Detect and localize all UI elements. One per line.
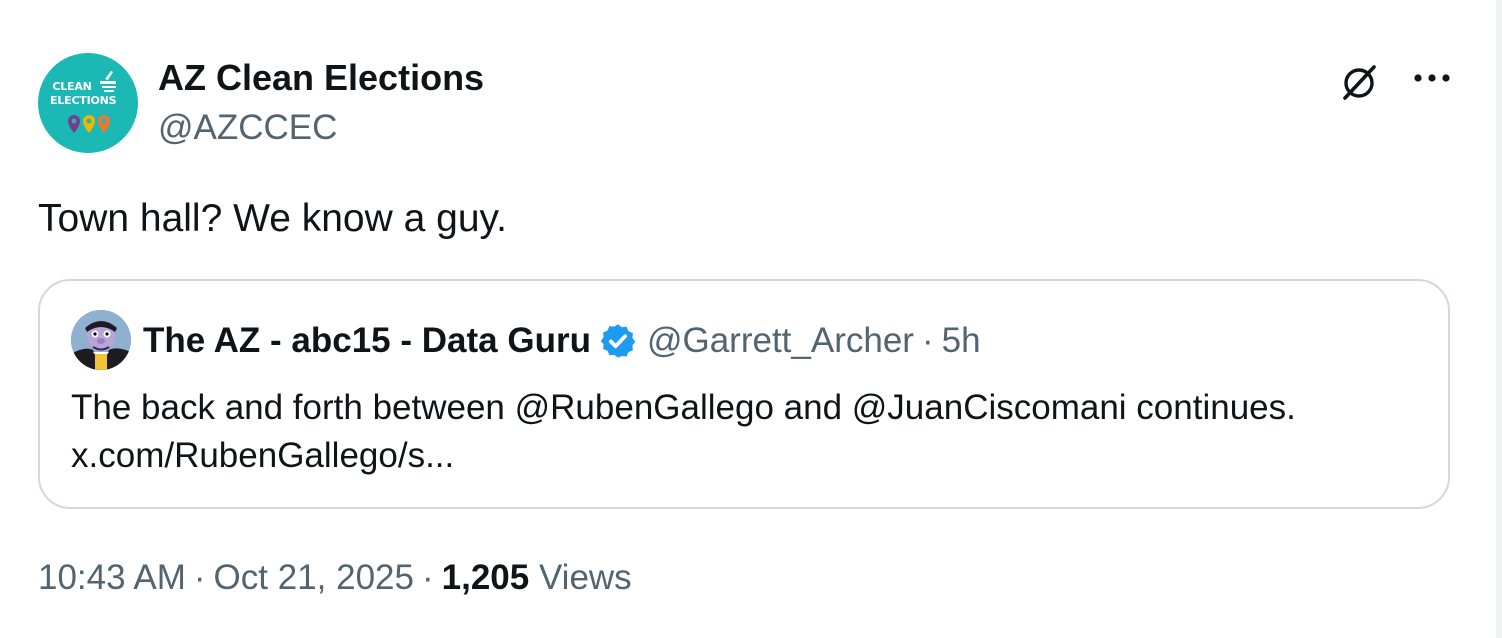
- quoted-author-handle[interactable]: @Garrett_Archer: [647, 319, 914, 363]
- grok-icon[interactable]: [1336, 58, 1384, 106]
- tweet-page: CLEAN ELECTIONS AZ Clean Elections @AZCC…: [0, 0, 1502, 638]
- quoted-author-name[interactable]: The AZ - abc15 - Data Guru: [143, 319, 591, 363]
- quoted-tweet-text-line1: The back and forth between @RubenGallego…: [71, 388, 1296, 427]
- tweet-time[interactable]: 10:43 AM: [38, 558, 186, 597]
- verified-badge-icon: [600, 324, 636, 358]
- header-separator: ·: [921, 321, 934, 360]
- views-count[interactable]: 1,205: [442, 558, 530, 597]
- quoted-tweet-link[interactable]: x.com/RubenGallego/s...: [71, 432, 1431, 480]
- column-divider: [1496, 0, 1502, 638]
- tweet-text: Town hall? We know a guy.: [38, 197, 507, 240]
- quoted-tweet-header: The AZ - abc15 - Data Guru @Garrett_Arch…: [143, 319, 981, 363]
- tweet-date[interactable]: Oct 21, 2025: [214, 558, 414, 597]
- quoted-author-avatar[interactable]: [71, 310, 131, 370]
- quoted-tweet-time[interactable]: 5h: [942, 319, 981, 363]
- views-label[interactable]: Views: [539, 558, 632, 597]
- author-handle[interactable]: @AZCCEC: [158, 106, 337, 150]
- author-name[interactable]: AZ Clean Elections: [158, 56, 484, 100]
- author-avatar[interactable]: CLEAN ELECTIONS: [38, 53, 138, 153]
- footer-separator: ·: [193, 558, 206, 597]
- more-options-icon[interactable]: [1408, 62, 1456, 96]
- footer-separator: ·: [421, 558, 434, 597]
- avatar-logo-text-line2: ELECTIONS: [50, 94, 117, 107]
- quoted-tweet-text: The back and forth between @RubenGallego…: [71, 384, 1431, 480]
- count-character-avatar-icon: [71, 310, 131, 370]
- tweet-metadata: 10:43 AM · Oct 21, 2025 · 1,205 Views: [38, 556, 632, 600]
- quoted-tweet-card[interactable]: The AZ - abc15 - Data Guru @Garrett_Arch…: [38, 279, 1450, 509]
- avatar-logo-text-line1: CLEAN: [52, 80, 92, 93]
- location-pins-icon: [68, 115, 110, 133]
